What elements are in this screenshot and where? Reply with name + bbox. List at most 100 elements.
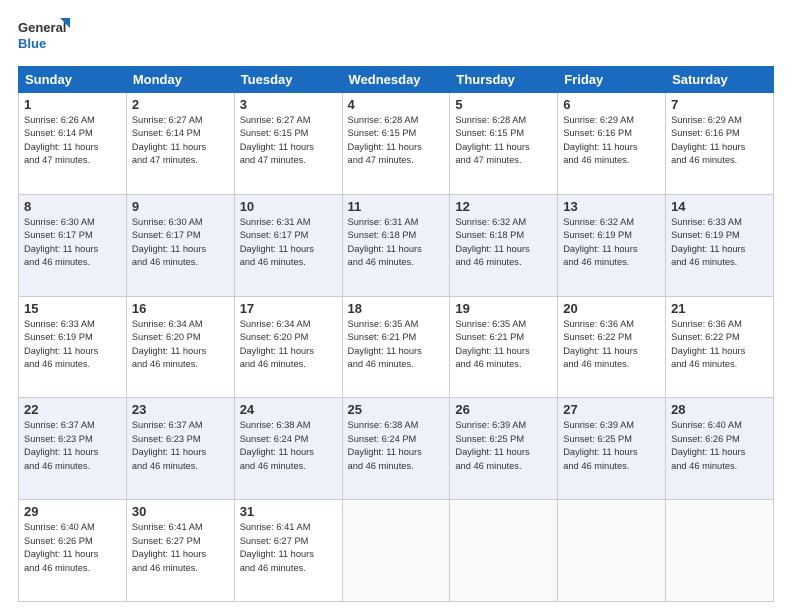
calendar-cell: 26 Sunrise: 6:39 AM Sunset: 6:25 PM Dayli…	[450, 398, 558, 500]
day-number: 6	[563, 97, 660, 112]
page: General Blue SundayMondayTuesdayWednesda…	[0, 0, 792, 612]
calendar-cell: 21Sunrise: 6:36 AM Sunset: 6:22 PM Dayli…	[666, 296, 774, 398]
calendar-cell: 1Sunrise: 6:26 AM Sunset: 6:14 PM Daylig…	[19, 93, 127, 195]
calendar-cell	[666, 500, 774, 602]
day-info: Sunrise: 6:29 AM Sunset: 6:16 PM Dayligh…	[671, 114, 768, 168]
day-info: Sunrise: 6:27 AM Sunset: 6:15 PM Dayligh…	[240, 114, 337, 168]
calendar-table: SundayMondayTuesdayWednesdayThursdayFrid…	[18, 66, 774, 602]
svg-text:General: General	[18, 20, 66, 35]
svg-text:Blue: Blue	[18, 36, 46, 51]
calendar-cell: 10Sunrise: 6:31 AM Sunset: 6:17 PM Dayli…	[234, 194, 342, 296]
calendar-day-header: Tuesday	[234, 67, 342, 93]
day-info: Sunrise: 6:40 AM Sunset: 6:26 PM Dayligh…	[24, 521, 121, 575]
day-number: 8	[24, 199, 121, 214]
day-number: 23	[132, 402, 229, 417]
calendar-cell: 4 Sunrise: 6:28 AM Sunset: 6:15 PM Daylig…	[342, 93, 450, 195]
day-info: Sunrise: 6:30 AM Sunset: 6:17 PM Dayligh…	[132, 216, 229, 270]
header: General Blue	[18, 18, 774, 56]
day-number: 12	[455, 199, 552, 214]
day-info: Sunrise: 6:26 AM Sunset: 6:14 PM Dayligh…	[24, 114, 121, 168]
day-number: 21	[671, 301, 768, 316]
calendar-cell: 2Sunrise: 6:27 AM Sunset: 6:14 PM Daylig…	[126, 93, 234, 195]
calendar-week-row: 8 Sunrise: 6:30 AM Sunset: 6:17 PM Daylig…	[19, 194, 774, 296]
calendar-cell: 13 Sunrise: 6:32 AM Sunset: 6:19 PM Dayli…	[558, 194, 666, 296]
day-info: Sunrise: 6:34 AM Sunset: 6:20 PM Dayligh…	[240, 318, 337, 372]
day-number: 16	[132, 301, 229, 316]
day-number: 11	[348, 199, 445, 214]
day-info: Sunrise: 6:33 AM Sunset: 6:19 PM Dayligh…	[671, 216, 768, 270]
calendar-cell: 19 Sunrise: 6:35 AM Sunset: 6:21 PM Dayli…	[450, 296, 558, 398]
calendar-week-row: 29Sunrise: 6:40 AM Sunset: 6:26 PM Dayli…	[19, 500, 774, 602]
calendar-cell: 29Sunrise: 6:40 AM Sunset: 6:26 PM Dayli…	[19, 500, 127, 602]
calendar-cell: 8 Sunrise: 6:30 AM Sunset: 6:17 PM Daylig…	[19, 194, 127, 296]
logo-svg: General Blue	[18, 18, 70, 56]
day-info: Sunrise: 6:35 AM Sunset: 6:21 PM Dayligh…	[348, 318, 445, 372]
calendar-day-header: Sunday	[19, 67, 127, 93]
day-number: 31	[240, 504, 337, 519]
calendar-cell	[558, 500, 666, 602]
calendar-cell: 5Sunrise: 6:28 AM Sunset: 6:15 PM Daylig…	[450, 93, 558, 195]
calendar-cell: 11 Sunrise: 6:31 AM Sunset: 6:18 PM Dayli…	[342, 194, 450, 296]
day-number: 13	[563, 199, 660, 214]
calendar-cell: 12 Sunrise: 6:32 AM Sunset: 6:18 PM Dayli…	[450, 194, 558, 296]
calendar-day-header: Wednesday	[342, 67, 450, 93]
calendar-week-row: 22 Sunrise: 6:37 AM Sunset: 6:23 PM Dayli…	[19, 398, 774, 500]
calendar-cell: 15Sunrise: 6:33 AM Sunset: 6:19 PM Dayli…	[19, 296, 127, 398]
day-info: Sunrise: 6:28 AM Sunset: 6:15 PM Dayligh…	[348, 114, 445, 168]
calendar-cell: 27Sunrise: 6:39 AM Sunset: 6:25 PM Dayli…	[558, 398, 666, 500]
calendar-cell: 28Sunrise: 6:40 AM Sunset: 6:26 PM Dayli…	[666, 398, 774, 500]
day-info: Sunrise: 6:31 AM Sunset: 6:18 PM Dayligh…	[348, 216, 445, 270]
day-info: Sunrise: 6:38 AM Sunset: 6:24 PM Dayligh…	[348, 419, 445, 473]
day-info: Sunrise: 6:40 AM Sunset: 6:26 PM Dayligh…	[671, 419, 768, 473]
day-number: 18	[348, 301, 445, 316]
day-info: Sunrise: 6:35 AM Sunset: 6:21 PM Dayligh…	[455, 318, 552, 372]
calendar-cell: 6 Sunrise: 6:29 AM Sunset: 6:16 PM Daylig…	[558, 93, 666, 195]
day-number: 20	[563, 301, 660, 316]
calendar-week-row: 15Sunrise: 6:33 AM Sunset: 6:19 PM Dayli…	[19, 296, 774, 398]
day-number: 25	[348, 402, 445, 417]
calendar-cell: 24 Sunrise: 6:38 AM Sunset: 6:24 PM Dayli…	[234, 398, 342, 500]
day-info: Sunrise: 6:32 AM Sunset: 6:19 PM Dayligh…	[563, 216, 660, 270]
day-info: Sunrise: 6:38 AM Sunset: 6:24 PM Dayligh…	[240, 419, 337, 473]
day-number: 9	[132, 199, 229, 214]
day-number: 19	[455, 301, 552, 316]
calendar-cell: 7 Sunrise: 6:29 AM Sunset: 6:16 PM Daylig…	[666, 93, 774, 195]
calendar-cell: 17Sunrise: 6:34 AM Sunset: 6:20 PM Dayli…	[234, 296, 342, 398]
day-info: Sunrise: 6:37 AM Sunset: 6:23 PM Dayligh…	[132, 419, 229, 473]
day-info: Sunrise: 6:27 AM Sunset: 6:14 PM Dayligh…	[132, 114, 229, 168]
day-number: 3	[240, 97, 337, 112]
day-number: 24	[240, 402, 337, 417]
calendar-cell: 14 Sunrise: 6:33 AM Sunset: 6:19 PM Dayli…	[666, 194, 774, 296]
day-info: Sunrise: 6:32 AM Sunset: 6:18 PM Dayligh…	[455, 216, 552, 270]
calendar-cell: 23 Sunrise: 6:37 AM Sunset: 6:23 PM Dayli…	[126, 398, 234, 500]
calendar-cell: 30 Sunrise: 6:41 AM Sunset: 6:27 PM Dayli…	[126, 500, 234, 602]
day-info: Sunrise: 6:41 AM Sunset: 6:27 PM Dayligh…	[240, 521, 337, 575]
day-info: Sunrise: 6:29 AM Sunset: 6:16 PM Dayligh…	[563, 114, 660, 168]
day-info: Sunrise: 6:39 AM Sunset: 6:25 PM Dayligh…	[455, 419, 552, 473]
day-info: Sunrise: 6:37 AM Sunset: 6:23 PM Dayligh…	[24, 419, 121, 473]
day-number: 14	[671, 199, 768, 214]
calendar-cell: 25 Sunrise: 6:38 AM Sunset: 6:24 PM Dayli…	[342, 398, 450, 500]
day-number: 5	[455, 97, 552, 112]
calendar-day-header: Thursday	[450, 67, 558, 93]
calendar-week-row: 1Sunrise: 6:26 AM Sunset: 6:14 PM Daylig…	[19, 93, 774, 195]
calendar-day-header: Monday	[126, 67, 234, 93]
day-number: 26	[455, 402, 552, 417]
calendar-cell	[450, 500, 558, 602]
calendar-cell: 16 Sunrise: 6:34 AM Sunset: 6:20 PM Dayli…	[126, 296, 234, 398]
day-info: Sunrise: 6:41 AM Sunset: 6:27 PM Dayligh…	[132, 521, 229, 575]
day-number: 30	[132, 504, 229, 519]
day-info: Sunrise: 6:30 AM Sunset: 6:17 PM Dayligh…	[24, 216, 121, 270]
calendar-cell: 18 Sunrise: 6:35 AM Sunset: 6:21 PM Dayli…	[342, 296, 450, 398]
day-number: 7	[671, 97, 768, 112]
day-info: Sunrise: 6:39 AM Sunset: 6:25 PM Dayligh…	[563, 419, 660, 473]
calendar-cell: 20Sunrise: 6:36 AM Sunset: 6:22 PM Dayli…	[558, 296, 666, 398]
day-info: Sunrise: 6:31 AM Sunset: 6:17 PM Dayligh…	[240, 216, 337, 270]
calendar-cell: 9 Sunrise: 6:30 AM Sunset: 6:17 PM Daylig…	[126, 194, 234, 296]
day-number: 4	[348, 97, 445, 112]
day-info: Sunrise: 6:33 AM Sunset: 6:19 PM Dayligh…	[24, 318, 121, 372]
calendar-cell: 31 Sunrise: 6:41 AM Sunset: 6:27 PM Dayli…	[234, 500, 342, 602]
day-number: 22	[24, 402, 121, 417]
calendar-cell	[342, 500, 450, 602]
day-info: Sunrise: 6:34 AM Sunset: 6:20 PM Dayligh…	[132, 318, 229, 372]
